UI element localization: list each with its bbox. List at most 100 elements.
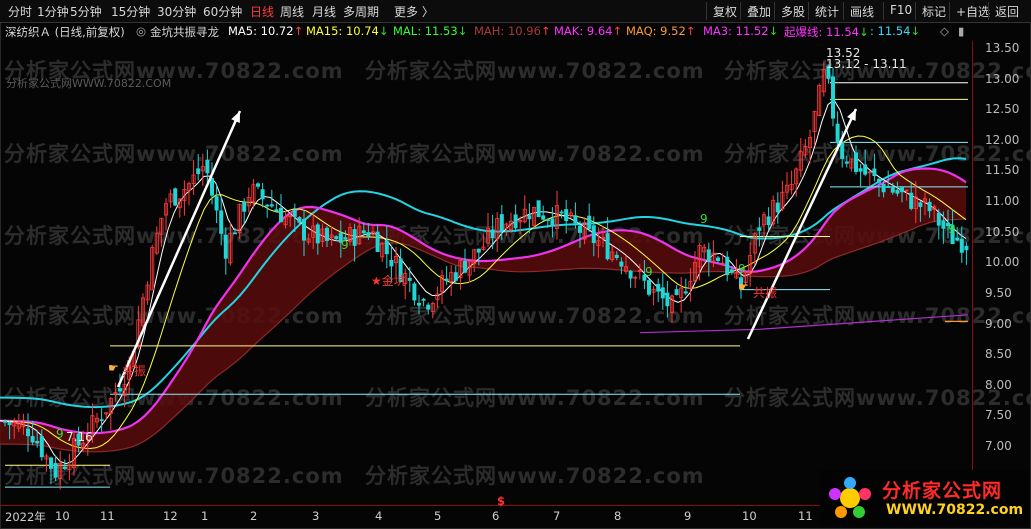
draw-line-button[interactable]: 画线 xyxy=(843,2,880,20)
candle-body xyxy=(877,178,882,183)
tab-60min[interactable]: 60分钟 xyxy=(203,3,242,20)
candle-body xyxy=(462,260,467,273)
date-tick: 4 xyxy=(375,509,383,523)
back-button[interactable]: 返回 xyxy=(988,2,1025,20)
candle-body xyxy=(909,192,914,209)
candle-body xyxy=(265,204,270,207)
price-tick: 11.50 xyxy=(985,163,1020,177)
mark-button[interactable]: 标记 xyxy=(915,2,952,20)
hand-icon: ☛ xyxy=(108,361,119,375)
candle-body xyxy=(591,225,596,244)
candle-body xyxy=(412,283,417,301)
candle-body xyxy=(559,211,564,214)
restore-right-button[interactable]: 复权 xyxy=(706,2,743,20)
tab-15min[interactable]: 15分钟 xyxy=(111,3,150,20)
candle-body xyxy=(757,227,762,231)
period-toolbar: 分时 1分钟 5分钟 15分钟 30分钟 60分钟 日线 周线 月线 多周期 更… xyxy=(0,0,1031,23)
candle-body xyxy=(656,283,661,292)
candle-body xyxy=(301,218,306,241)
candle-body xyxy=(39,436,44,458)
candle-body xyxy=(927,201,932,212)
candle-body xyxy=(527,215,532,220)
candle-body xyxy=(941,220,946,229)
date-tick: 2022年 xyxy=(5,510,46,524)
candle-body xyxy=(352,229,357,246)
mal-value: MAL: 11.53↓ xyxy=(393,24,468,38)
mak-line xyxy=(639,314,969,334)
price-axis: 13.50 13.00 12.50 12.00 11.50 11.00 10.5… xyxy=(972,41,1031,505)
candle-body xyxy=(587,215,592,229)
tab-more[interactable]: 更多 〉 xyxy=(394,3,434,20)
candle-body xyxy=(173,188,178,206)
candle-body xyxy=(35,440,40,444)
candle-body xyxy=(334,236,339,239)
indicator-name[interactable]: 金坑共振寻龙 xyxy=(150,24,219,40)
candle-body xyxy=(375,231,380,252)
candle-body xyxy=(936,212,941,226)
candle-body xyxy=(835,123,840,144)
candle-body xyxy=(831,76,836,119)
candle-body xyxy=(674,289,679,295)
tab-1min[interactable]: 1分钟 xyxy=(37,3,69,20)
ma15-value: MA15: 10.74↓ xyxy=(306,24,389,38)
stock-title[interactable]: 深纺织Ａ (日线,前复权) xyxy=(5,24,125,40)
candle-body xyxy=(619,261,624,267)
brand-title: 分析家公式网 xyxy=(882,480,1003,502)
candle-body xyxy=(214,196,219,211)
candle-body xyxy=(205,159,210,174)
price-tick: 9.00 xyxy=(985,317,1012,331)
date-tick: 5 xyxy=(434,509,442,523)
event-marker[interactable]: $ xyxy=(497,494,505,508)
date-tick: 3 xyxy=(312,509,320,523)
candle-body xyxy=(545,219,550,222)
tab-multi-period[interactable]: 多周期 xyxy=(343,3,379,20)
candle-body xyxy=(550,218,555,227)
multi-stock-button[interactable]: 多股 xyxy=(774,2,811,20)
tab-monthly[interactable]: 月线 xyxy=(312,3,336,20)
mak-value: MAK: 9.64↑ xyxy=(554,24,623,38)
candle-body xyxy=(99,419,104,422)
candle-body xyxy=(242,201,247,212)
candle-body xyxy=(426,304,431,310)
candle-body xyxy=(219,210,224,234)
candle-body xyxy=(453,272,458,281)
candle-body xyxy=(118,388,123,392)
resonance-signal-2: 共振 xyxy=(753,286,778,300)
ma5-line xyxy=(0,99,967,465)
settings-diamond-icon[interactable]: ◇ xyxy=(940,24,949,38)
price-tick: 11.00 xyxy=(985,194,1020,208)
candlestick-chart[interactable] xyxy=(0,41,972,505)
candle-body xyxy=(775,202,780,213)
date-tick: 10 xyxy=(742,509,757,523)
price-tick: 13.50 xyxy=(985,41,1020,55)
candle-body xyxy=(665,292,670,307)
statistics-button[interactable]: 统计 xyxy=(808,2,845,20)
candle-body xyxy=(647,280,652,295)
brand-logo-icon xyxy=(829,477,871,518)
candle-body xyxy=(955,237,960,241)
tab-30min[interactable]: 30分钟 xyxy=(157,3,196,20)
candle-body xyxy=(854,152,859,172)
tab-daily[interactable]: 日线 xyxy=(250,3,274,20)
candle-body xyxy=(886,186,891,188)
nine-count-label: 9 xyxy=(700,212,708,226)
price-range-label: 13.12 - 13.11 xyxy=(826,57,907,71)
candle-body xyxy=(297,217,302,223)
date-tick: 6 xyxy=(492,509,500,523)
candle-body xyxy=(384,240,389,255)
tab-5min[interactable]: 5分钟 xyxy=(70,3,102,20)
nine-count-label: 9 xyxy=(738,262,746,276)
candle-body xyxy=(476,248,481,253)
maq-value: MAQ: 9.52↑ xyxy=(626,24,696,38)
date-tick: 1 xyxy=(201,509,209,523)
candle-body xyxy=(315,224,320,244)
ma-lines xyxy=(0,99,969,465)
collapse-icon[interactable]: ◎ xyxy=(136,24,146,38)
tab-weekly[interactable]: 周线 xyxy=(280,3,304,20)
f10-button[interactable]: F10 xyxy=(883,2,918,20)
price-tick: 10.50 xyxy=(985,225,1020,239)
price-tick: 7.50 xyxy=(985,408,1012,422)
tab-intraday[interactable]: 分时 xyxy=(8,3,32,20)
indicator-menu-icon[interactable]: ▮ xyxy=(958,24,964,38)
overlay-button[interactable]: 叠加 xyxy=(740,2,777,20)
